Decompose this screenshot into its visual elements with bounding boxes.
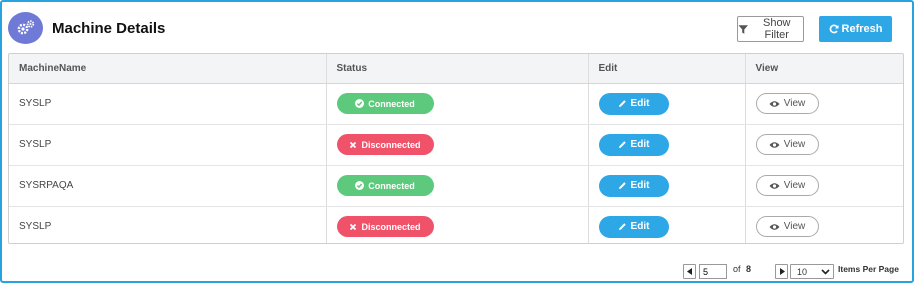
column-header-view: View: [745, 54, 903, 84]
page-number-input[interactable]: [699, 264, 727, 279]
refresh-label: Refresh: [841, 23, 883, 35]
show-filter-label: Show Filter: [762, 17, 791, 41]
status-badge: Disconnected: [336, 134, 434, 155]
machine-name: SYSLP: [19, 139, 52, 150]
edit-label: Edit: [630, 221, 650, 233]
table-header-row: MachineName Status Edit View: [9, 54, 903, 84]
view-label: View: [783, 221, 806, 233]
items-per-page-select[interactable]: 10: [790, 264, 834, 279]
view-cell: View: [745, 124, 903, 166]
view-label: View: [783, 180, 806, 191]
pencil-icon: [618, 182, 626, 189]
column-header-machine-name[interactable]: MachineName: [9, 54, 327, 84]
panel-header: Machine Details Show Filter Refresh: [8, 12, 892, 46]
view-button[interactable]: View: [755, 175, 819, 196]
status-cell: Connected: [326, 83, 589, 125]
machine-name-cell: SYSLP: [9, 124, 327, 166]
machine-name-cell: SYSLP: [9, 206, 327, 243]
eye-icon: [769, 182, 780, 189]
pencil-icon: [618, 223, 626, 231]
machine-name: SYSLP: [19, 98, 52, 109]
machine-name-cell: SYSRPAQA: [9, 165, 327, 207]
status-cell: Connected: [326, 165, 589, 207]
pencil-icon: [618, 141, 626, 148]
table-row: SYSLP Connected Edit View: [9, 83, 903, 125]
of-label: of: [733, 264, 741, 274]
view-cell: View: [745, 165, 903, 207]
edit-label: Edit: [630, 180, 650, 191]
edit-cell: Edit: [588, 165, 746, 207]
x-icon: [350, 223, 357, 230]
check-circle-icon: [355, 99, 365, 108]
view-button[interactable]: View: [755, 216, 819, 238]
column-header-status[interactable]: Status: [326, 54, 589, 84]
status-label: Disconnected: [361, 221, 421, 232]
edit-button[interactable]: Edit: [598, 174, 669, 197]
caret-right-icon: [779, 268, 785, 275]
table-row: SYSRPAQA Connected Edit View: [9, 165, 903, 207]
caret-left-icon: [686, 268, 692, 275]
edit-cell: Edit: [588, 83, 746, 125]
refresh-icon: [829, 24, 839, 34]
machine-table: MachineName Status Edit View SYSLP Connec…: [8, 53, 904, 244]
table-row: SYSLP Disconnected Edit View: [9, 206, 903, 243]
machine-name: SYSLP: [19, 221, 52, 233]
view-button[interactable]: View: [755, 134, 819, 155]
edit-button[interactable]: Edit: [598, 92, 669, 115]
items-per-page-value: 10: [797, 266, 808, 277]
view-cell: View: [745, 206, 903, 243]
total-pages: 8: [746, 264, 752, 274]
gears-icon: [8, 12, 43, 44]
page-title: Machine Details: [52, 20, 166, 37]
edit-cell: Edit: [588, 124, 746, 166]
status-label: Connected: [368, 98, 415, 109]
edit-label: Edit: [630, 139, 650, 150]
next-page-button[interactable]: [775, 264, 788, 279]
pencil-icon: [618, 100, 626, 107]
edit-button[interactable]: Edit: [598, 133, 669, 156]
chevron-down-icon: [821, 268, 830, 275]
prev-page-button[interactable]: [683, 264, 696, 279]
status-label: Disconnected: [361, 139, 421, 150]
view-button[interactable]: View: [755, 93, 819, 114]
status-label: Connected: [368, 180, 415, 191]
status-badge: Connected: [336, 175, 434, 196]
x-icon: [350, 141, 357, 148]
view-label: View: [783, 139, 806, 150]
edit-button[interactable]: Edit: [598, 215, 669, 238]
items-per-page-label: Items Per Page: [838, 264, 899, 274]
check-circle-icon: [355, 181, 365, 190]
edit-cell: Edit: [588, 206, 746, 243]
status-cell: Disconnected: [326, 124, 589, 166]
table-row: SYSLP Disconnected Edit View: [9, 124, 903, 166]
status-badge: Connected: [336, 93, 434, 114]
status-badge: Disconnected: [336, 216, 434, 238]
filter-icon: [738, 24, 748, 34]
eye-icon: [769, 224, 780, 230]
edit-label: Edit: [630, 98, 650, 109]
machine-details-panel: Machine Details Show Filter Refresh Mach…: [0, 0, 914, 283]
machine-name: SYSRPAQA: [19, 180, 74, 191]
show-filter-button[interactable]: Show Filter: [737, 16, 804, 42]
refresh-button[interactable]: Refresh: [819, 16, 892, 42]
eye-icon: [769, 100, 780, 107]
view-label: View: [783, 98, 806, 109]
eye-icon: [769, 141, 780, 148]
view-cell: View: [745, 83, 903, 125]
status-cell: Disconnected: [326, 206, 589, 243]
column-header-edit: Edit: [588, 54, 746, 84]
machine-name-cell: SYSLP: [9, 83, 327, 125]
